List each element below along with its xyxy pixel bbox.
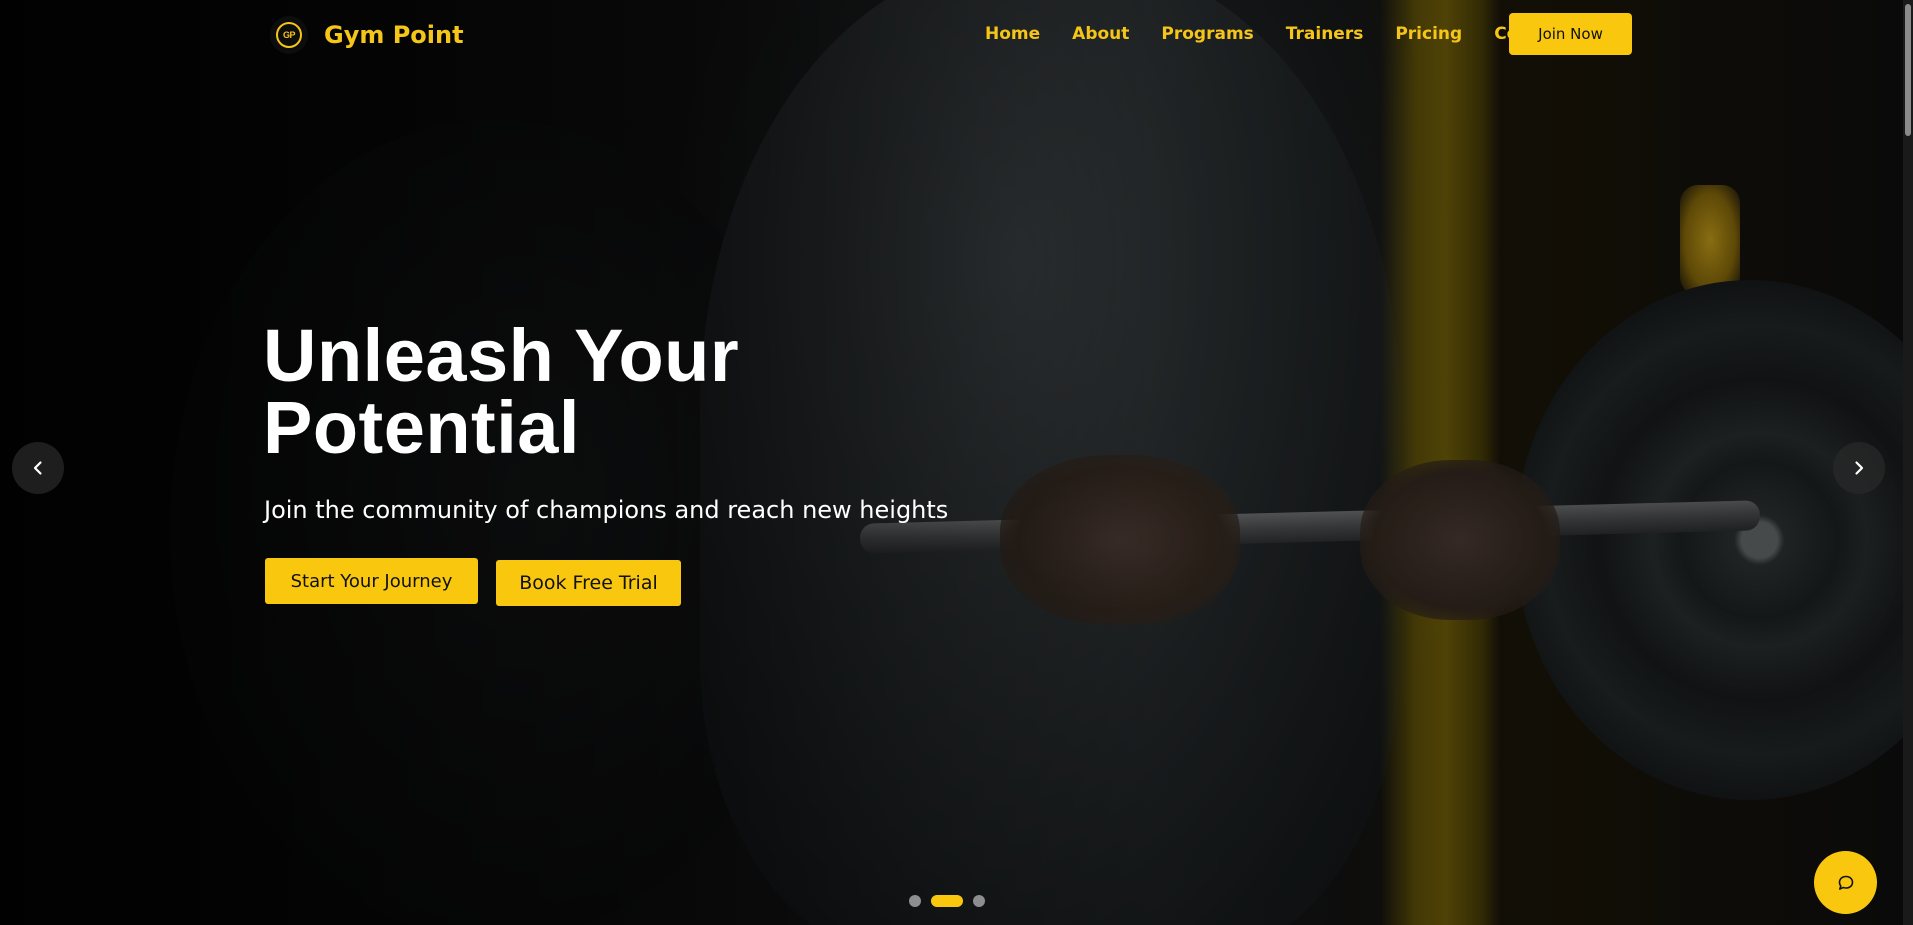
brand[interactable]: GP Gym Point bbox=[270, 16, 464, 54]
chevron-left-icon bbox=[33, 461, 42, 475]
join-now-button[interactable]: Join Now bbox=[1509, 13, 1632, 55]
nav-item-about[interactable]: About bbox=[1072, 24, 1129, 44]
background-yellow-pillar bbox=[1380, 0, 1500, 925]
nav-item-home[interactable]: Home bbox=[985, 24, 1040, 44]
carousel-next-button[interactable] bbox=[1833, 442, 1885, 494]
carousel-dot-1[interactable] bbox=[909, 895, 921, 907]
background-hand-left bbox=[1000, 455, 1240, 625]
background-light bbox=[1680, 185, 1740, 295]
hero-title-line1: Unleash Your bbox=[263, 314, 740, 397]
background-barbell bbox=[859, 500, 1761, 554]
hero-title-line2: Potential bbox=[263, 386, 580, 469]
hero-title: Unleash Your Potential bbox=[263, 319, 963, 465]
brand-name: Gym Point bbox=[324, 21, 464, 49]
chat-button[interactable] bbox=[1814, 851, 1877, 914]
hero-subtitle: Join the community of champions and reac… bbox=[264, 496, 949, 524]
nav-item-programs[interactable]: Programs bbox=[1161, 24, 1253, 44]
carousel-dot-2[interactable] bbox=[931, 895, 963, 907]
book-free-trial-button[interactable]: Book Free Trial bbox=[496, 560, 681, 606]
logo-badge: GP bbox=[276, 22, 302, 48]
navbar: GP Gym Point Home About Programs Trainer… bbox=[0, 0, 1913, 70]
nav-item-trainers[interactable]: Trainers bbox=[1286, 24, 1364, 44]
chevron-right-icon bbox=[1855, 461, 1864, 475]
chat-bubble-icon bbox=[1838, 875, 1853, 890]
nav-menu: Home About Programs Trainers Pricing Con… bbox=[985, 24, 1568, 44]
logo-icon: GP bbox=[270, 16, 308, 54]
hero-section: GP Gym Point Home About Programs Trainer… bbox=[0, 0, 1913, 925]
carousel-dot-3[interactable] bbox=[973, 895, 985, 907]
start-journey-button[interactable]: Start Your Journey bbox=[265, 558, 478, 604]
carousel-prev-button[interactable] bbox=[12, 442, 64, 494]
background-weight-plate-right bbox=[1515, 280, 1913, 800]
background-hand-right bbox=[1360, 460, 1560, 620]
carousel-indicators bbox=[909, 895, 985, 907]
page-scrollbar[interactable] bbox=[1903, 0, 1913, 925]
nav-item-pricing[interactable]: Pricing bbox=[1395, 24, 1462, 44]
